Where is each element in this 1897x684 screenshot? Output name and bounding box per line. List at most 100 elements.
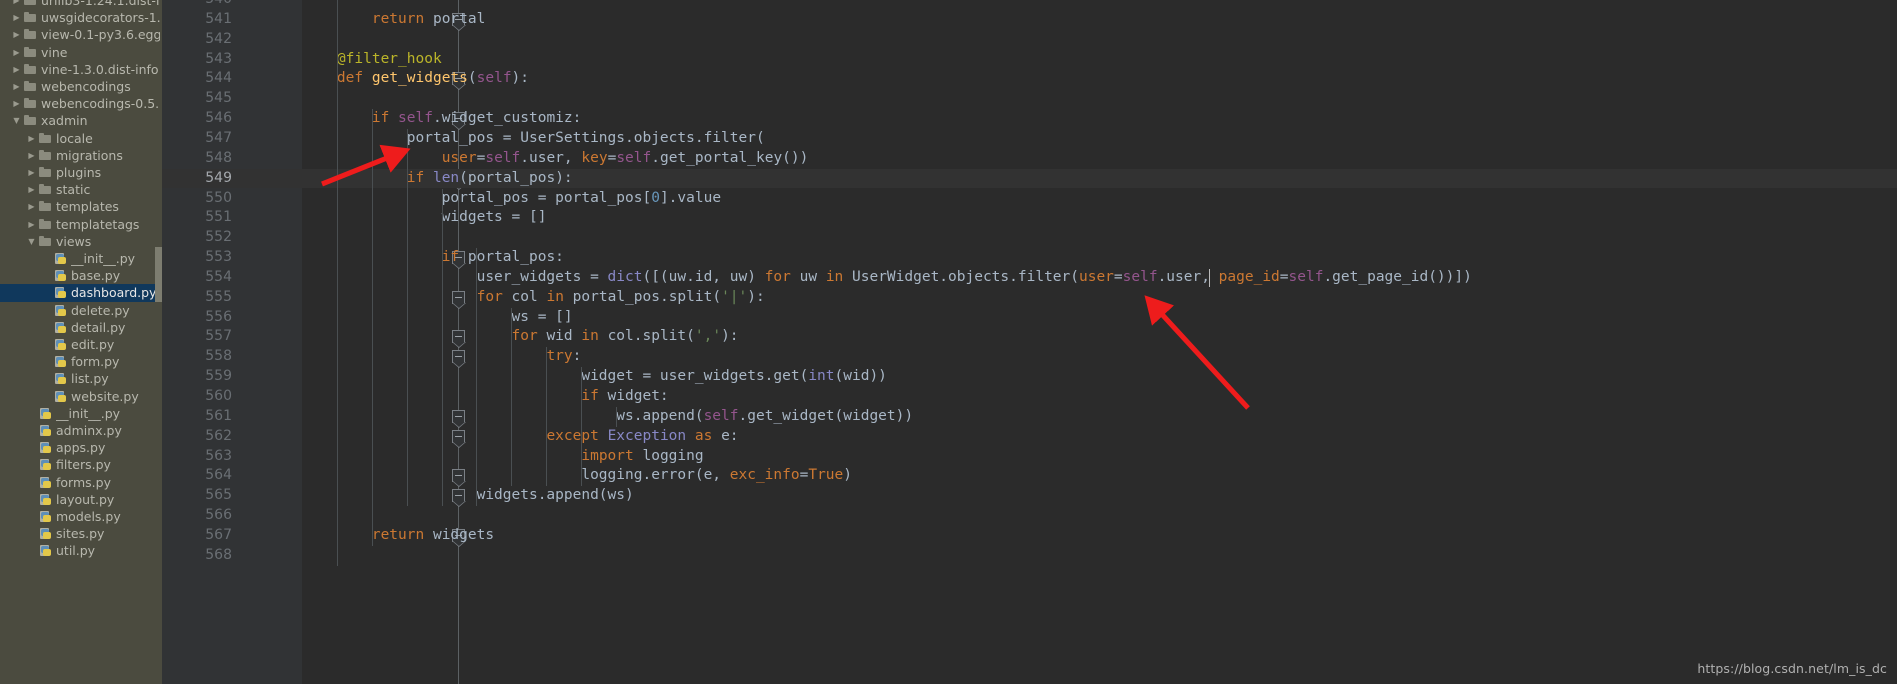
code-line-561[interactable]: 561 ws.append(self.get_widget(widget)) (162, 407, 1897, 427)
tree-item-vine[interactable]: ▶ vine (0, 44, 162, 61)
tree-item-forms.py[interactable]: forms.py (0, 474, 162, 491)
code-text[interactable]: user_widgets = dict([(uw.id, uw) for uw … (302, 268, 1472, 288)
code-line-544[interactable]: 544 def get_widgets(self): (162, 69, 1897, 89)
tree-item-webencodings-0.5.1.dist-[interactable]: ▶ webencodings-0.5.1.dist- (0, 95, 162, 112)
chevron-right-icon[interactable]: ▶ (10, 78, 23, 95)
tree-item-layout.py[interactable]: layout.py (0, 491, 162, 508)
code-line-548[interactable]: 548 user=self.user, key=self.get_portal_… (162, 149, 1897, 169)
tree-item-detail.py[interactable]: detail.py (0, 319, 162, 336)
tree-item-sites.py[interactable]: sites.py (0, 525, 162, 542)
code-text[interactable]: if len(portal_pos): (302, 169, 573, 189)
code-text[interactable]: if portal_pos: (302, 248, 564, 268)
code-line-542[interactable]: 542 (162, 30, 1897, 50)
code-text[interactable]: if widget: (302, 387, 668, 407)
chevron-right-icon[interactable]: ▶ (10, 44, 23, 61)
code-line-559[interactable]: 559 widget = user_widgets.get(int(wid)) (162, 367, 1897, 387)
code-line-550[interactable]: 550 portal_pos = portal_pos[0].value (162, 189, 1897, 209)
chevron-right-icon[interactable]: ▶ (25, 181, 38, 198)
code-line-568[interactable]: 568 (162, 546, 1897, 566)
tree-item-base.py[interactable]: base.py (0, 267, 162, 284)
code-text[interactable]: @filter_hook (302, 50, 442, 70)
chevron-right-icon[interactable]: ▶ (10, 95, 23, 112)
tree-item-locale[interactable]: ▶ locale (0, 130, 162, 147)
tree-item-filters.py[interactable]: filters.py (0, 456, 162, 473)
code-text[interactable]: portal_pos = portal_pos[0].value (302, 189, 721, 209)
sidebar-scrollbar-thumb[interactable] (155, 247, 162, 302)
code-line-545[interactable]: 545 (162, 89, 1897, 109)
code-line-560[interactable]: 560 if widget: (162, 387, 1897, 407)
tree-item-urllib3-1.24.1.dist-info[interactable]: ▶ urllib3-1.24.1.dist-info (0, 0, 162, 9)
chevron-right-icon[interactable]: ▶ (25, 198, 38, 215)
chevron-right-icon[interactable]: ▶ (25, 130, 38, 147)
tree-item-xadmin[interactable]: ▼ xadmin (0, 112, 162, 129)
code-line-554[interactable]: 554 user_widgets = dict([(uw.id, uw) for… (162, 268, 1897, 288)
code-text[interactable]: import logging (302, 447, 703, 467)
code-text[interactable]: logging.error(e, exc_info=True) (302, 466, 852, 486)
tree-item-form.py[interactable]: form.py (0, 353, 162, 370)
chevron-right-icon[interactable]: ▶ (25, 147, 38, 164)
tree-item-delete.py[interactable]: delete.py (0, 302, 162, 319)
tree-item-static[interactable]: ▶ static (0, 181, 162, 198)
code-line-553[interactable]: 553 if portal_pos: (162, 248, 1897, 268)
tree-item-models.py[interactable]: models.py (0, 508, 162, 525)
code-line-540[interactable]: 540 (162, 0, 1897, 10)
tree-item-__init__.py[interactable]: __init__.py (0, 405, 162, 422)
tree-item-view-0.1-py3.6.egg-info[interactable]: ▶ view-0.1-py3.6.egg-info (0, 26, 162, 43)
tree-item-views[interactable]: ▼ views (0, 233, 162, 250)
project-tree-panel[interactable]: ▶ urllib3-1.24.1.dist-info ▶ uwsgidecorator… (0, 0, 162, 684)
tree-item-dashboard.py[interactable]: dashboard.py (0, 284, 162, 302)
code-text[interactable]: return portal (302, 10, 486, 30)
code-line-562[interactable]: 562 except Exception as e: (162, 427, 1897, 447)
tree-item-plugins[interactable]: ▶ plugins (0, 164, 162, 181)
tree-item-edit.py[interactable]: edit.py (0, 336, 162, 353)
chevron-right-icon[interactable]: ▶ (25, 164, 38, 181)
code-text[interactable]: for wid in col.split(','): (302, 327, 739, 347)
code-line-565[interactable]: 565 widgets.append(ws) (162, 486, 1897, 506)
code-text[interactable]: widgets = [] (302, 208, 547, 228)
chevron-right-icon[interactable]: ▶ (10, 61, 23, 78)
code-line-564[interactable]: 564 logging.error(e, exc_info=True) (162, 466, 1897, 486)
tree-item-webencodings[interactable]: ▶ webencodings (0, 78, 162, 95)
code-text[interactable]: widget = user_widgets.get(int(wid)) (302, 367, 887, 387)
code-line-567[interactable]: 567 return widgets (162, 526, 1897, 546)
chevron-down-icon[interactable]: ▼ (25, 233, 38, 250)
tree-item-templates[interactable]: ▶ templates (0, 198, 162, 215)
code-line-541[interactable]: 541 return portal (162, 10, 1897, 30)
code-line-543[interactable]: 543 @filter_hook (162, 50, 1897, 70)
tree-item-migrations[interactable]: ▶ migrations (0, 147, 162, 164)
code-line-546[interactable]: 546 if self.widget_customiz: (162, 109, 1897, 129)
tree-item-list.py[interactable]: list.py (0, 370, 162, 387)
tree-item-website.py[interactable]: website.py (0, 388, 162, 405)
chevron-right-icon[interactable]: ▶ (10, 9, 23, 26)
chevron-right-icon[interactable]: ▶ (10, 26, 23, 43)
tree-item-adminx.py[interactable]: adminx.py (0, 422, 162, 439)
code-text[interactable]: ws = [] (302, 308, 573, 328)
tree-item-__init__.py[interactable]: __init__.py (0, 250, 162, 267)
code-line-556[interactable]: 556 ws = [] (162, 308, 1897, 328)
code-text[interactable]: return widgets (302, 526, 494, 546)
code-line-557[interactable]: 557 for wid in col.split(','): (162, 327, 1897, 347)
code-text[interactable]: except Exception as e: (302, 427, 738, 447)
code-line-555[interactable]: 555 for col in portal_pos.split('|'): (162, 288, 1897, 308)
code-text[interactable]: if self.widget_customiz: (302, 109, 582, 129)
code-line-563[interactable]: 563 import logging (162, 447, 1897, 467)
code-line-547[interactable]: 547 portal_pos = UserSettings.objects.fi… (162, 129, 1897, 149)
chevron-down-icon[interactable]: ▼ (10, 112, 23, 129)
tree-item-util.py[interactable]: util.py (0, 542, 162, 559)
code-text[interactable]: ws.append(self.get_widget(widget)) (302, 407, 913, 427)
code-line-566[interactable]: 566 (162, 506, 1897, 526)
chevron-right-icon[interactable]: ▶ (10, 0, 23, 9)
code-line-551[interactable]: 551 widgets = [] (162, 208, 1897, 228)
code-line-552[interactable]: 552 (162, 228, 1897, 248)
tree-item-label: uwsgidecorators-1.1.0-py (41, 10, 160, 26)
chevron-right-icon[interactable]: ▶ (25, 216, 38, 233)
code-line-558[interactable]: 558 try: (162, 347, 1897, 367)
tree-item-vine-1.3.0.dist-info[interactable]: ▶ vine-1.3.0.dist-info (0, 61, 162, 78)
code-line-549[interactable]: 549 if len(portal_pos): (162, 168, 1897, 189)
code-text[interactable]: user=self.user, key=self.get_portal_key(… (302, 149, 809, 169)
tree-item-uwsgidecorators-1.1.0-py[interactable]: ▶ uwsgidecorators-1.1.0-py (0, 9, 162, 26)
tree-item-apps.py[interactable]: apps.py (0, 439, 162, 456)
code-editor-pane[interactable]: 540541 return portal542543 @filter_hook5… (162, 0, 1897, 684)
tree-item-templatetags[interactable]: ▶ templatetags (0, 216, 162, 233)
code-text[interactable]: widgets.append(ws) (302, 486, 634, 506)
